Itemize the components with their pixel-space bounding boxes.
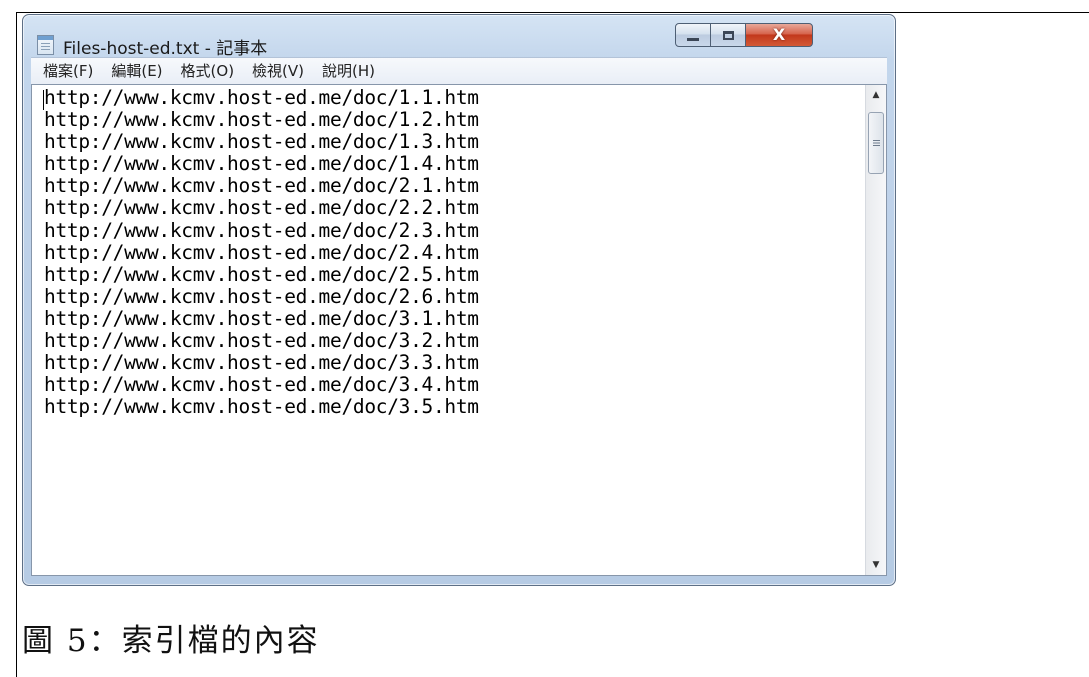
title-bar[interactable]: Files-host-ed.txt - 記事本 X <box>23 15 895 59</box>
text-line: http://www.kcmv.host-ed.me/doc/2.5.htm <box>44 262 479 286</box>
text-editor[interactable]: http://www.kcmv.host-ed.me/doc/1.1.htm h… <box>31 84 887 576</box>
text-line: http://www.kcmv.host-ed.me/doc/1.2.htm <box>44 108 479 132</box>
menu-edit[interactable]: 編輯(E) <box>102 58 171 84</box>
text-line: http://www.kcmv.host-ed.me/doc/3.1.htm <box>44 306 479 330</box>
notepad-window: Files-host-ed.txt - 記事本 X 檔案(F) 編輯(E) 格式… <box>22 14 896 586</box>
text-line: http://www.kcmv.host-ed.me/doc/3.5.htm <box>44 395 479 419</box>
scroll-down-icon[interactable]: ▼ <box>866 555 886 575</box>
text-line: http://www.kcmv.host-ed.me/doc/2.1.htm <box>44 174 479 198</box>
minimize-button[interactable] <box>675 23 711 47</box>
notepad-icon <box>37 35 54 55</box>
window-title: Files-host-ed.txt - 記事本 <box>63 39 268 59</box>
text-caret <box>43 90 44 110</box>
scroll-thumb[interactable] <box>868 112 884 174</box>
minimize-icon <box>687 37 699 41</box>
maximize-icon <box>722 30 734 40</box>
menu-view[interactable]: 檢視(V) <box>243 58 313 84</box>
text-content[interactable]: http://www.kcmv.host-ed.me/doc/1.1.htm h… <box>32 87 866 575</box>
close-icon: X <box>772 25 786 44</box>
text-line: http://www.kcmv.host-ed.me/doc/2.3.htm <box>44 218 479 242</box>
menu-format[interactable]: 格式(O) <box>172 58 244 84</box>
figure-caption: 圖 5：索引檔的內容 <box>22 623 320 659</box>
scroll-up-icon[interactable]: ▲ <box>866 85 886 105</box>
text-line: http://www.kcmv.host-ed.me/doc/1.4.htm <box>44 152 479 176</box>
text-line: http://www.kcmv.host-ed.me/doc/1.1.htm <box>44 87 479 109</box>
text-line: http://www.kcmv.host-ed.me/doc/3.4.htm <box>44 373 479 397</box>
text-line: http://www.kcmv.host-ed.me/doc/3.2.htm <box>44 329 479 353</box>
maximize-button[interactable] <box>710 23 746 47</box>
close-button[interactable]: X <box>745 23 813 47</box>
text-line: http://www.kcmv.host-ed.me/doc/3.3.htm <box>44 351 479 375</box>
menu-bar: 檔案(F) 編輯(E) 格式(O) 檢視(V) 說明(H) <box>31 57 887 84</box>
grip-icon <box>872 140 880 146</box>
menu-file[interactable]: 檔案(F) <box>31 58 102 84</box>
text-line: http://www.kcmv.host-ed.me/doc/2.6.htm <box>44 284 479 308</box>
vertical-scrollbar[interactable]: ▲ ▼ <box>865 85 886 575</box>
text-line: http://www.kcmv.host-ed.me/doc/2.4.htm <box>44 240 479 264</box>
document-frame-left <box>16 12 17 677</box>
menu-help[interactable]: 說明(H) <box>313 58 384 84</box>
text-line: http://www.kcmv.host-ed.me/doc/1.3.htm <box>44 130 479 154</box>
document-frame-top <box>16 12 1089 13</box>
text-line: http://www.kcmv.host-ed.me/doc/2.2.htm <box>44 196 479 220</box>
